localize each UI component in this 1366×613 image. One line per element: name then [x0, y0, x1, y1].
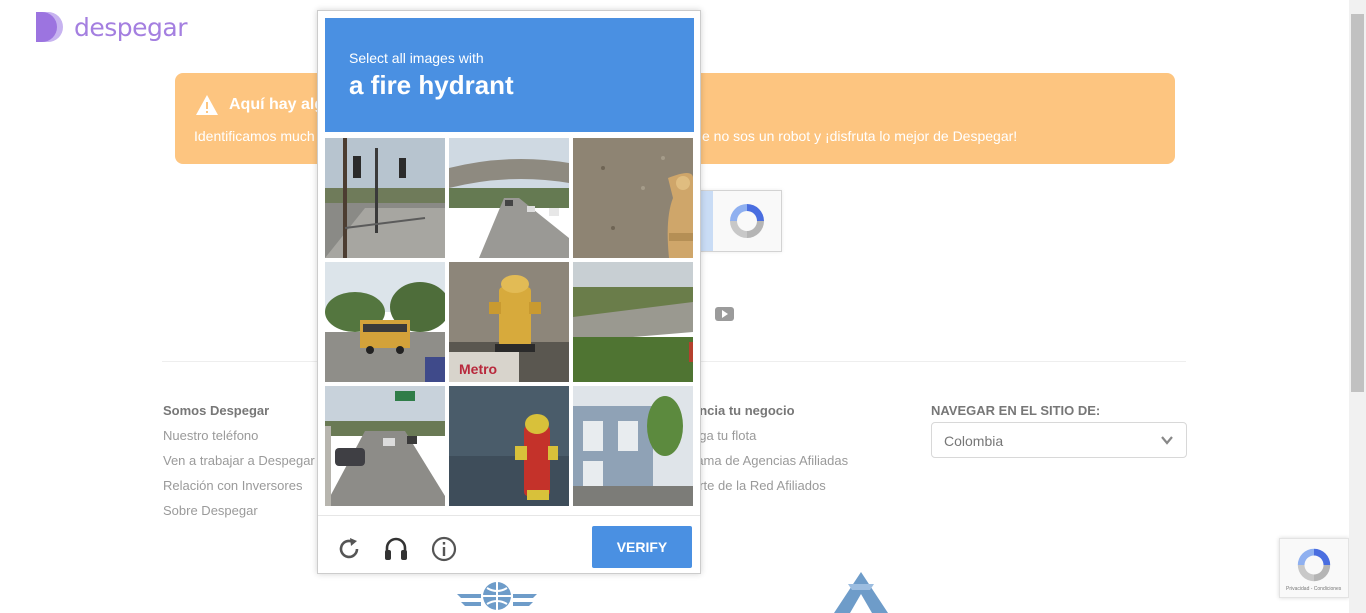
footer-col1-title: Somos Despegar — [163, 403, 270, 418]
page: despegar Aquí hay alg Identificamos much… — [0, 0, 1366, 613]
footer-col2-title: encia tu negocio — [692, 403, 795, 418]
captcha-tile-school-bus[interactable] — [325, 262, 445, 382]
scrollbar-thumb[interactable] — [1351, 14, 1364, 392]
youtube-icon[interactable] — [715, 307, 734, 321]
audio-icon[interactable] — [383, 536, 409, 562]
recaptcha-badge-icon — [1297, 548, 1331, 582]
warning-icon — [196, 95, 218, 115]
captcha-challenge: Select all images with a fire hydrant Me… — [317, 10, 701, 574]
recaptcha-checkbox-card[interactable] — [690, 190, 782, 252]
footer-link-afiliados[interactable]: arte de la Red Afiliados — [692, 478, 826, 493]
captcha-instruction-target: a fire hydrant — [349, 70, 514, 100]
footer-link-telefono[interactable]: Nuestro teléfono — [163, 428, 258, 443]
captcha-tile-blue-house[interactable] — [573, 386, 693, 506]
captcha-tile-street-intersection[interactable] — [325, 138, 445, 258]
banner-text-right: e no sos un robot y ¡disfruta lo mejor d… — [702, 128, 1018, 144]
banner-text-left: Identificamos much — [194, 128, 315, 144]
chevron-down-icon — [1161, 436, 1173, 445]
footer-link-inversores[interactable]: Relación con Inversores — [163, 478, 302, 493]
page-scrollbar[interactable] — [1349, 0, 1366, 613]
captcha-instructions: Select all images with a fire hydrant — [325, 18, 694, 132]
captcha-tile-grass-roadside[interactable] — [573, 262, 693, 382]
reload-icon[interactable] — [336, 536, 362, 562]
captcha-instruction-line1: Select all images with — [349, 50, 484, 66]
despegar-logo-icon — [34, 11, 66, 43]
footer-link-agencias[interactable]: rama de Agencias Afiliadas — [692, 453, 848, 468]
captcha-tile-yellow-fire-hydrant[interactable]: Metro — [449, 262, 569, 382]
captcha-tile-highway-cars[interactable] — [325, 386, 445, 506]
country-select-value: Colombia — [944, 433, 1004, 449]
captcha-tile-highway-overpass[interactable] — [449, 138, 569, 258]
banner-title: Aquí hay alg — [229, 96, 325, 113]
recaptcha-card-edge — [701, 191, 713, 251]
footer-link-trabajar[interactable]: Ven a trabajar a Despegar — [163, 453, 315, 468]
verify-button[interactable]: VERIFY — [592, 526, 692, 568]
footer-link-flota[interactable]: ega tu flota — [692, 428, 756, 443]
captcha-tile-fire-hydrant-gravel[interactable] — [573, 138, 693, 258]
recaptcha-badge-text[interactable]: Privacidad - Condiciones — [1286, 586, 1341, 592]
brand-name: despegar — [74, 12, 188, 42]
recaptcha-badge[interactable]: Privacidad - Condiciones — [1279, 538, 1349, 598]
footer-col3-title: NAVEGAR EN EL SITIO DE: — [931, 403, 1101, 418]
recaptcha-logo-icon — [730, 204, 764, 238]
iata-logo-icon — [457, 582, 537, 610]
despegar-logo[interactable]: despegar — [34, 11, 188, 43]
captcha-footer: VERIFY — [318, 515, 700, 573]
footer-link-sobre[interactable]: Sobre Despegar — [163, 503, 258, 518]
info-icon[interactable] — [431, 536, 457, 562]
country-select[interactable]: Colombia — [931, 422, 1187, 458]
captcha-tile-red-fire-hydrant[interactable] — [449, 386, 569, 506]
association-logo-icon — [834, 572, 888, 613]
svg-text:Metro: Metro — [459, 361, 497, 377]
